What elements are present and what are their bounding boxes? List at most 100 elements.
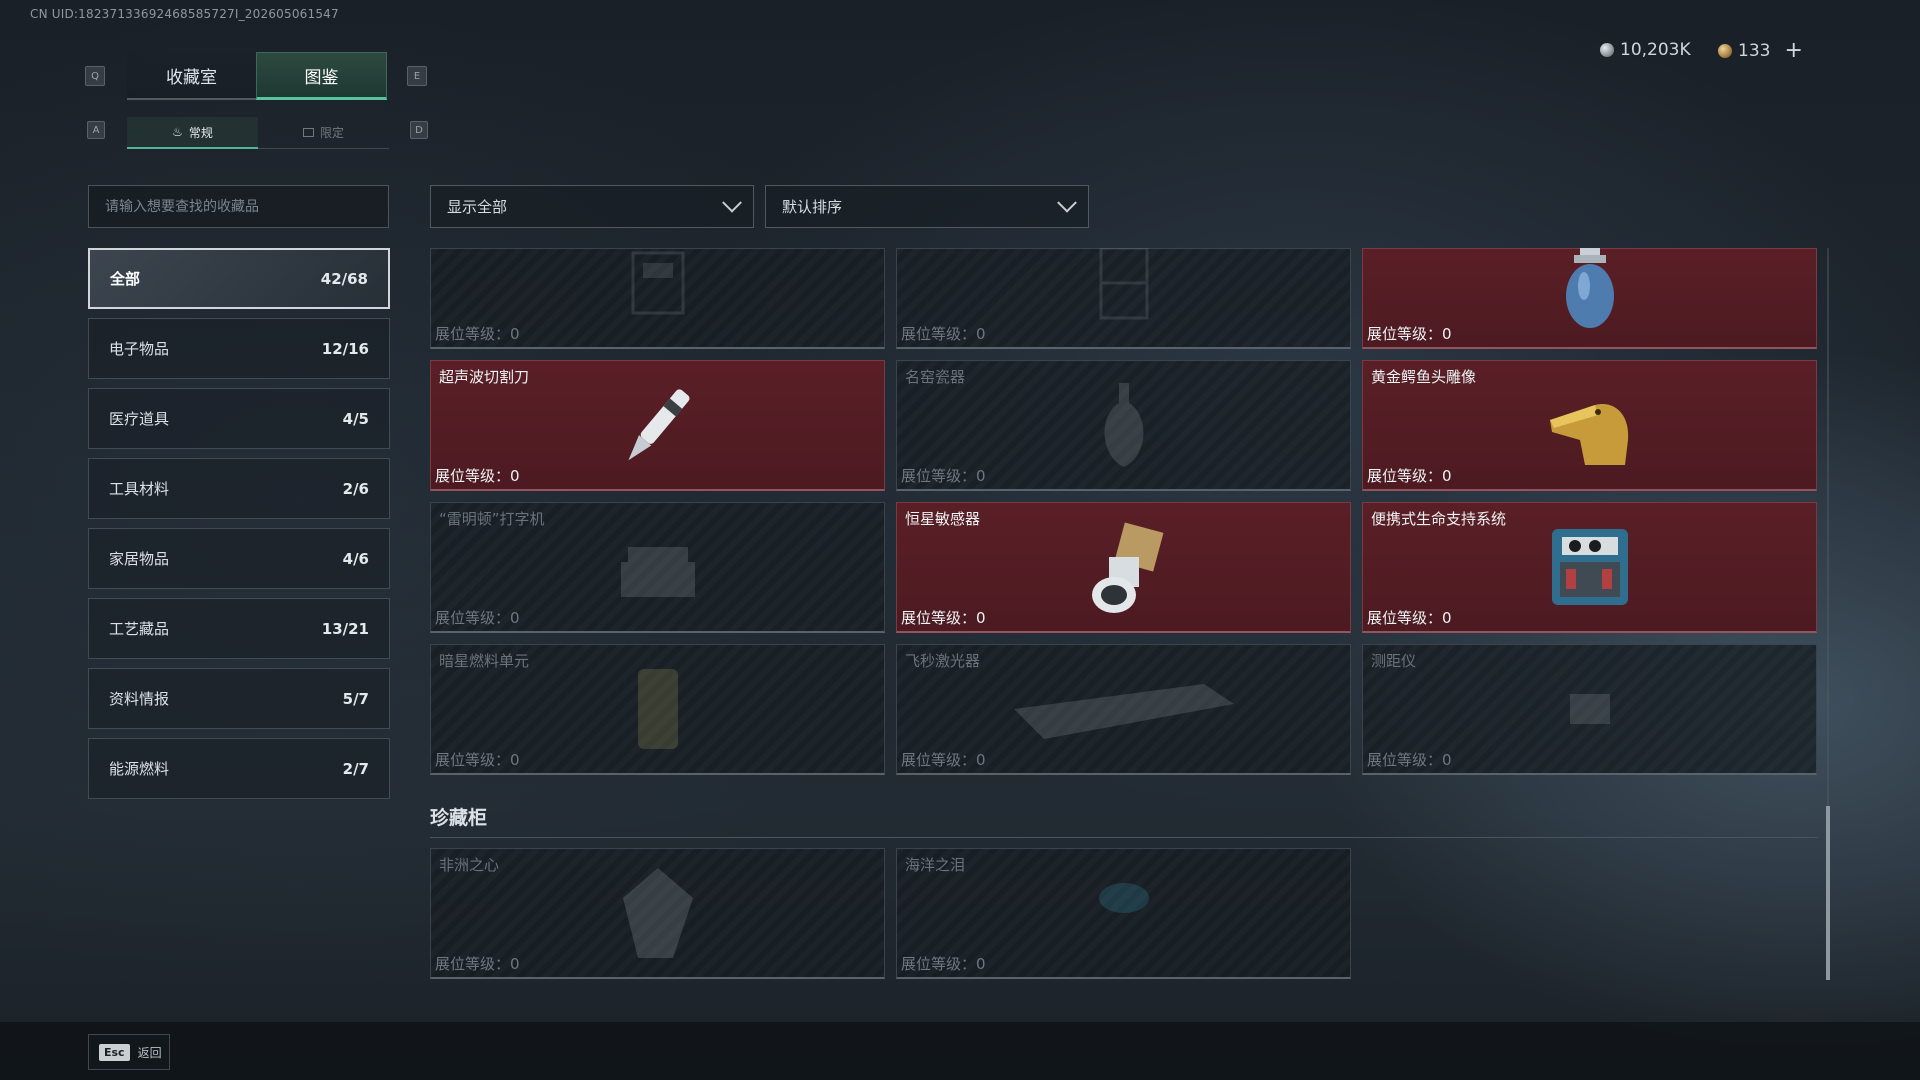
card-name: 名窑瓷器 xyxy=(905,368,966,386)
card-level: 展位等级：0 xyxy=(901,325,986,343)
collection-card[interactable]: 黄金鳄鱼头雕像 展位等级：0 xyxy=(1362,360,1817,491)
tab-limited[interactable]: 限定 xyxy=(258,117,389,149)
silver-currency: 10,203K xyxy=(1600,40,1691,60)
tab-collection-room[interactable]: 收藏室 xyxy=(127,52,256,100)
cabinet-icon xyxy=(1099,248,1148,320)
category-label: 能源燃料 xyxy=(109,760,170,778)
tab-catalog[interactable]: 图鉴 xyxy=(256,52,387,100)
treasure-grid: 非洲之心 展位等级：0 海洋之泪 展位等级：0 xyxy=(430,848,1818,979)
collection-card[interactable]: 展位等级：0 xyxy=(896,248,1351,349)
life-support-icon xyxy=(1551,529,1628,605)
card-level: 展位等级：0 xyxy=(435,325,520,343)
collection-card[interactable]: 展位等级：0 xyxy=(430,248,885,349)
card-name: 便携式生命支持系统 xyxy=(1371,510,1507,528)
bottom-bar xyxy=(0,1022,1920,1080)
collection-card[interactable]: “雷明顿”打字机 展位等级：0 xyxy=(430,502,885,633)
category-label: 电子物品 xyxy=(109,340,170,358)
flame-icon: ♨ xyxy=(172,125,183,139)
category-household[interactable]: 家居物品 4/6 xyxy=(88,528,390,589)
category-count: 13/21 xyxy=(321,619,369,638)
sort-dropdown[interactable]: 默认排序 xyxy=(765,185,1089,228)
card-name: 测距仪 xyxy=(1371,652,1417,670)
card-level: 展位等级：0 xyxy=(435,751,520,769)
gold-coin-icon xyxy=(1718,44,1732,58)
picture-icon xyxy=(302,128,314,137)
category-label: 工具材料 xyxy=(109,480,170,498)
category-tools[interactable]: 工具材料 2/6 xyxy=(88,458,390,519)
card-name: 恒星敏感器 xyxy=(905,510,981,528)
category-label: 家居物品 xyxy=(109,550,170,568)
rangefinder-icon xyxy=(1569,694,1610,724)
collection-card[interactable]: 暗星燃料单元 展位等级：0 xyxy=(430,644,885,775)
card-name: 黄金鳄鱼头雕像 xyxy=(1371,368,1477,386)
collection-card[interactable]: 展位等级：0 xyxy=(1362,248,1817,349)
card-name: 暗星燃料单元 xyxy=(439,652,530,670)
card-level: 展位等级：0 xyxy=(435,955,520,973)
card-name: “雷明顿”打字机 xyxy=(439,510,545,528)
treasure-card[interactable]: 非洲之心 展位等级：0 xyxy=(430,848,885,979)
add-currency-button[interactable]: + xyxy=(1784,40,1802,62)
card-level: 展位等级：0 xyxy=(901,609,986,627)
category-electronics[interactable]: 电子物品 12/16 xyxy=(88,318,390,379)
tab-regular-label: 常规 xyxy=(188,125,213,140)
card-level: 展位等级：0 xyxy=(1367,325,1452,343)
treasure-section-title: 珍藏柜 xyxy=(430,803,1818,838)
card-level: 展位等级：0 xyxy=(901,751,986,769)
q-key-hint: Q xyxy=(85,66,105,86)
machine-icon xyxy=(631,251,684,315)
gem-icon xyxy=(622,868,693,958)
star-sensor-icon xyxy=(1091,522,1163,613)
vase-icon xyxy=(1104,383,1143,467)
sub-tabs: ♨ 常规 限定 xyxy=(127,117,389,149)
category-count: 4/6 xyxy=(342,549,369,568)
card-name: 海洋之泪 xyxy=(905,856,966,874)
collection-card[interactable]: 便携式生命支持系统 展位等级：0 xyxy=(1362,502,1817,633)
collection-card[interactable]: 测距仪 展位等级：0 xyxy=(1362,644,1817,775)
gold-currency: 133 + xyxy=(1718,40,1803,62)
tab-limited-label: 限定 xyxy=(319,126,344,140)
golden-crocodile-icon xyxy=(1549,404,1628,465)
category-count: 2/6 xyxy=(342,479,369,498)
a-key-hint: A xyxy=(87,121,105,139)
silver-coin-icon xyxy=(1600,43,1614,57)
show-filter-value: 显示全部 xyxy=(447,198,508,216)
category-count: 5/7 xyxy=(342,689,369,708)
d-key-hint: D xyxy=(410,121,428,139)
card-level: 展位等级：0 xyxy=(435,467,520,485)
back-button[interactable]: Esc 返回 xyxy=(88,1034,170,1070)
silver-amount: 10,203K xyxy=(1620,40,1691,60)
card-name: 飞秒激光器 xyxy=(905,652,981,670)
category-crafts[interactable]: 工艺藏品 13/21 xyxy=(88,598,390,659)
card-level: 展位等级：0 xyxy=(1367,467,1452,485)
gold-amount: 133 xyxy=(1738,41,1771,61)
scrollbar-thumb[interactable] xyxy=(1826,806,1830,980)
esc-key-hint: Esc xyxy=(99,1043,130,1061)
collection-card[interactable]: 超声波切割刀 展位等级：0 xyxy=(430,360,885,491)
collection-card[interactable]: 恒星敏感器 展位等级：0 xyxy=(896,502,1351,633)
uid-label: CN UID:18237133692468585727I_20260506154… xyxy=(30,7,339,21)
collection-card[interactable]: 飞秒激光器 展位等级：0 xyxy=(896,644,1351,775)
category-medical[interactable]: 医疗道具 4/5 xyxy=(88,388,390,449)
category-energy[interactable]: 能源燃料 2/7 xyxy=(88,738,390,799)
category-all[interactable]: 全部 42/68 xyxy=(88,248,390,309)
ultrasonic-knife-icon xyxy=(627,389,689,461)
treasure-card[interactable]: 海洋之泪 展位等级：0 xyxy=(896,848,1351,979)
category-list: 全部 42/68 电子物品 12/16 医疗道具 4/5 工具材料 2/6 家居… xyxy=(88,248,390,808)
card-level: 展位等级：0 xyxy=(901,955,986,973)
category-intel[interactable]: 资料情报 5/7 xyxy=(88,668,390,729)
search-input[interactable] xyxy=(88,185,389,228)
category-count: 4/5 xyxy=(342,409,369,428)
card-level: 展位等级：0 xyxy=(1367,751,1452,769)
tab-regular[interactable]: ♨ 常规 xyxy=(127,117,258,149)
laser-icon xyxy=(1013,684,1234,739)
card-name: 超声波切割刀 xyxy=(439,368,530,386)
card-level: 展位等级：0 xyxy=(1367,609,1452,627)
collection-card[interactable]: 名窑瓷器 展位等级：0 xyxy=(896,360,1351,491)
sort-value: 默认排序 xyxy=(782,198,843,216)
typewriter-icon xyxy=(620,547,695,597)
category-count: 12/16 xyxy=(321,339,369,358)
show-filter-dropdown[interactable]: 显示全部 xyxy=(430,185,754,228)
chevron-down-icon xyxy=(722,192,742,213)
category-count: 42/68 xyxy=(320,269,368,288)
e-key-hint: E xyxy=(407,66,427,86)
